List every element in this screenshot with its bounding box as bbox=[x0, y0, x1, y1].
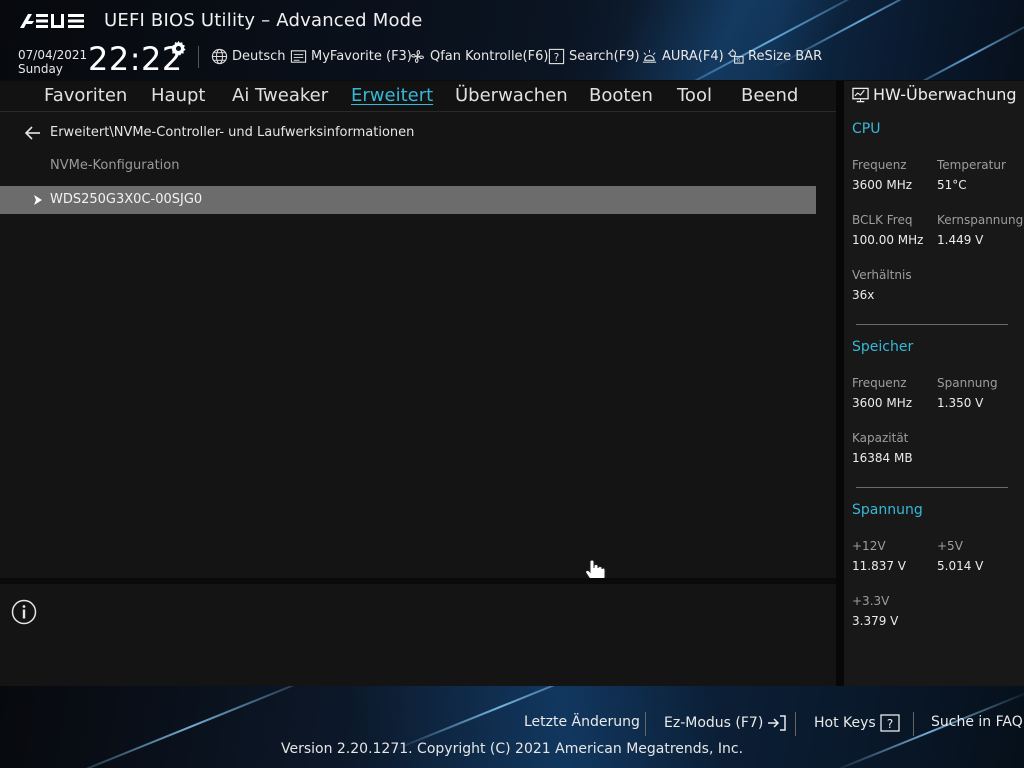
svg-text:?: ? bbox=[887, 717, 893, 731]
cpu-section-title: CPU bbox=[852, 121, 881, 137]
cpu-temp-value: 51°C bbox=[937, 178, 967, 192]
svg-text:?: ? bbox=[554, 51, 560, 63]
bclk-freq-label: BCLK Freq bbox=[852, 213, 913, 227]
date-text: 07/04/2021 bbox=[18, 48, 88, 62]
cpu-freq-value: 3600 MHz bbox=[852, 178, 913, 192]
tab-beend[interactable]: Beend bbox=[741, 85, 798, 106]
search-faq-button[interactable]: Suche in FAQ bbox=[931, 714, 1023, 730]
cpu-freq-label: Frequenz bbox=[852, 158, 907, 172]
aura-button[interactable]: AURA(F4) bbox=[641, 47, 724, 65]
main-nav: Favoriten Haupt Ai Tweaker Erweitert Übe… bbox=[0, 81, 836, 112]
tab-ueberwachen[interactable]: Überwachen bbox=[455, 85, 568, 106]
ratio-label: Verhältnis bbox=[852, 268, 912, 282]
hw-monitor-title-text: HW-Überwachung bbox=[873, 85, 1017, 104]
app-title: UEFI BIOS Utility – Advanced Mode bbox=[104, 10, 423, 31]
last-change-label: Letzte Änderung bbox=[524, 714, 640, 730]
info-icon bbox=[11, 599, 37, 625]
nvme-drive-item[interactable]: WDS250G3X0C-00SJG0 bbox=[0, 186, 816, 214]
mem-freq-label: Frequenz bbox=[852, 376, 907, 390]
section-label: NVMe-Konfiguration bbox=[50, 158, 180, 173]
gear-icon[interactable] bbox=[170, 40, 187, 57]
qfan-label: Qfan Kontrolle(F6) bbox=[430, 48, 549, 64]
ratio-value: 36x bbox=[852, 288, 875, 302]
aura-label: AURA(F4) bbox=[662, 48, 724, 64]
footer-separator bbox=[795, 712, 796, 736]
v12-label: +12V bbox=[852, 539, 886, 553]
v5-label: +5V bbox=[937, 539, 963, 553]
panel-gutter bbox=[836, 81, 844, 686]
footer-separator bbox=[645, 712, 646, 736]
ez-mode-button[interactable]: Ez-Modus (F7) bbox=[664, 714, 787, 732]
header-bar: UEFI BIOS Utility – Advanced Mode 07/04/… bbox=[0, 0, 1024, 80]
clock: 22:22 bbox=[88, 40, 183, 78]
copyright-text: Version 2.20.1271. Copyright (C) 2021 Am… bbox=[280, 741, 744, 757]
language-label: Deutsch bbox=[232, 48, 286, 64]
resize-bar-icon: R bbox=[727, 48, 744, 64]
hw-monitor-panel: HW-Überwachung CPU Frequenz Temperatur 3… bbox=[844, 81, 1024, 686]
ez-mode-label: Ez-Modus (F7) bbox=[664, 715, 764, 731]
core-voltage-value: 1.449 V bbox=[937, 233, 984, 247]
search-help-icon: ? bbox=[548, 48, 565, 64]
search-label: Search(F9) bbox=[569, 48, 640, 64]
fan-icon bbox=[411, 49, 424, 63]
footer-bar: Letzte Änderung Ez-Modus (F7) Hot Keys ?… bbox=[0, 686, 1024, 768]
globe-icon bbox=[211, 48, 228, 64]
v33-value: 3.379 V bbox=[852, 614, 899, 628]
v5-value: 5.014 V bbox=[937, 559, 984, 573]
favorite-list-icon bbox=[290, 49, 307, 63]
help-key-icon: ? bbox=[880, 714, 900, 732]
back-arrow-icon[interactable] bbox=[24, 124, 42, 142]
mem-capacity-value: 16384 MB bbox=[852, 451, 913, 465]
qfan-button[interactable]: Qfan Kontrolle(F6) bbox=[409, 47, 548, 65]
monitor-divider bbox=[856, 324, 1008, 325]
core-voltage-label: Kernspannung bbox=[937, 213, 1024, 227]
cpu-temp-label: Temperatur bbox=[937, 158, 1006, 172]
date-display: 07/04/2021 Sunday bbox=[18, 48, 87, 76]
bclk-freq-value: 100.00 MHz bbox=[852, 233, 924, 247]
myfavorite-button[interactable]: MyFavorite (F3) bbox=[290, 47, 412, 65]
asus-logo bbox=[20, 14, 84, 28]
tab-ai-tweaker[interactable]: Ai Tweaker bbox=[232, 85, 328, 106]
mem-capacity-label: Kapazität bbox=[852, 431, 909, 445]
mem-freq-value: 3600 MHz bbox=[852, 396, 913, 410]
language-button[interactable]: Deutsch bbox=[211, 47, 286, 65]
tab-booten[interactable]: Booten bbox=[589, 85, 653, 106]
aura-light-icon bbox=[642, 49, 657, 63]
chevron-right-icon bbox=[34, 195, 42, 205]
memory-section-title: Speicher bbox=[852, 339, 914, 355]
mem-volt-label: Spannung bbox=[937, 376, 998, 390]
toolbar-separator bbox=[198, 46, 199, 68]
hw-monitor-title: HW-Überwachung bbox=[852, 85, 1017, 104]
last-change-button[interactable]: Letzte Änderung bbox=[524, 714, 640, 730]
v12-value: 11.837 V bbox=[852, 559, 907, 573]
breadcrumb: Erweitert\NVMe-Controller- und Laufwerks… bbox=[50, 125, 415, 140]
tab-haupt[interactable]: Haupt bbox=[151, 85, 205, 106]
exit-arrow-icon bbox=[768, 715, 787, 731]
monitor-icon bbox=[852, 87, 869, 102]
nvme-drive-label: WDS250G3X0C-00SJG0 bbox=[50, 192, 203, 207]
monitor-divider bbox=[856, 487, 1008, 488]
mem-volt-value: 1.350 V bbox=[937, 396, 984, 410]
hot-keys-button[interactable]: Hot Keys ? bbox=[814, 714, 900, 732]
search-faq-label: Suche in FAQ bbox=[931, 714, 1023, 730]
v33-label: +3.3V bbox=[852, 594, 890, 608]
resize-bar-button[interactable]: R ReSize BAR bbox=[727, 47, 822, 65]
footer-separator bbox=[913, 712, 914, 736]
tab-erweitert[interactable]: Erweitert bbox=[351, 85, 433, 106]
search-button[interactable]: ? Search(F9) bbox=[548, 47, 640, 65]
voltage-section-title: Spannung bbox=[852, 502, 923, 518]
help-panel bbox=[0, 584, 836, 686]
myfavorite-label: MyFavorite (F3) bbox=[311, 48, 412, 64]
resize-bar-label: ReSize BAR bbox=[748, 48, 823, 64]
hot-keys-label: Hot Keys bbox=[814, 715, 876, 731]
tab-favoriten[interactable]: Favoriten bbox=[44, 85, 127, 106]
day-text: Sunday bbox=[18, 62, 63, 76]
main-panel: Erweitert\NVMe-Controller- und Laufwerks… bbox=[0, 112, 836, 578]
tab-tool[interactable]: Tool bbox=[677, 85, 712, 106]
